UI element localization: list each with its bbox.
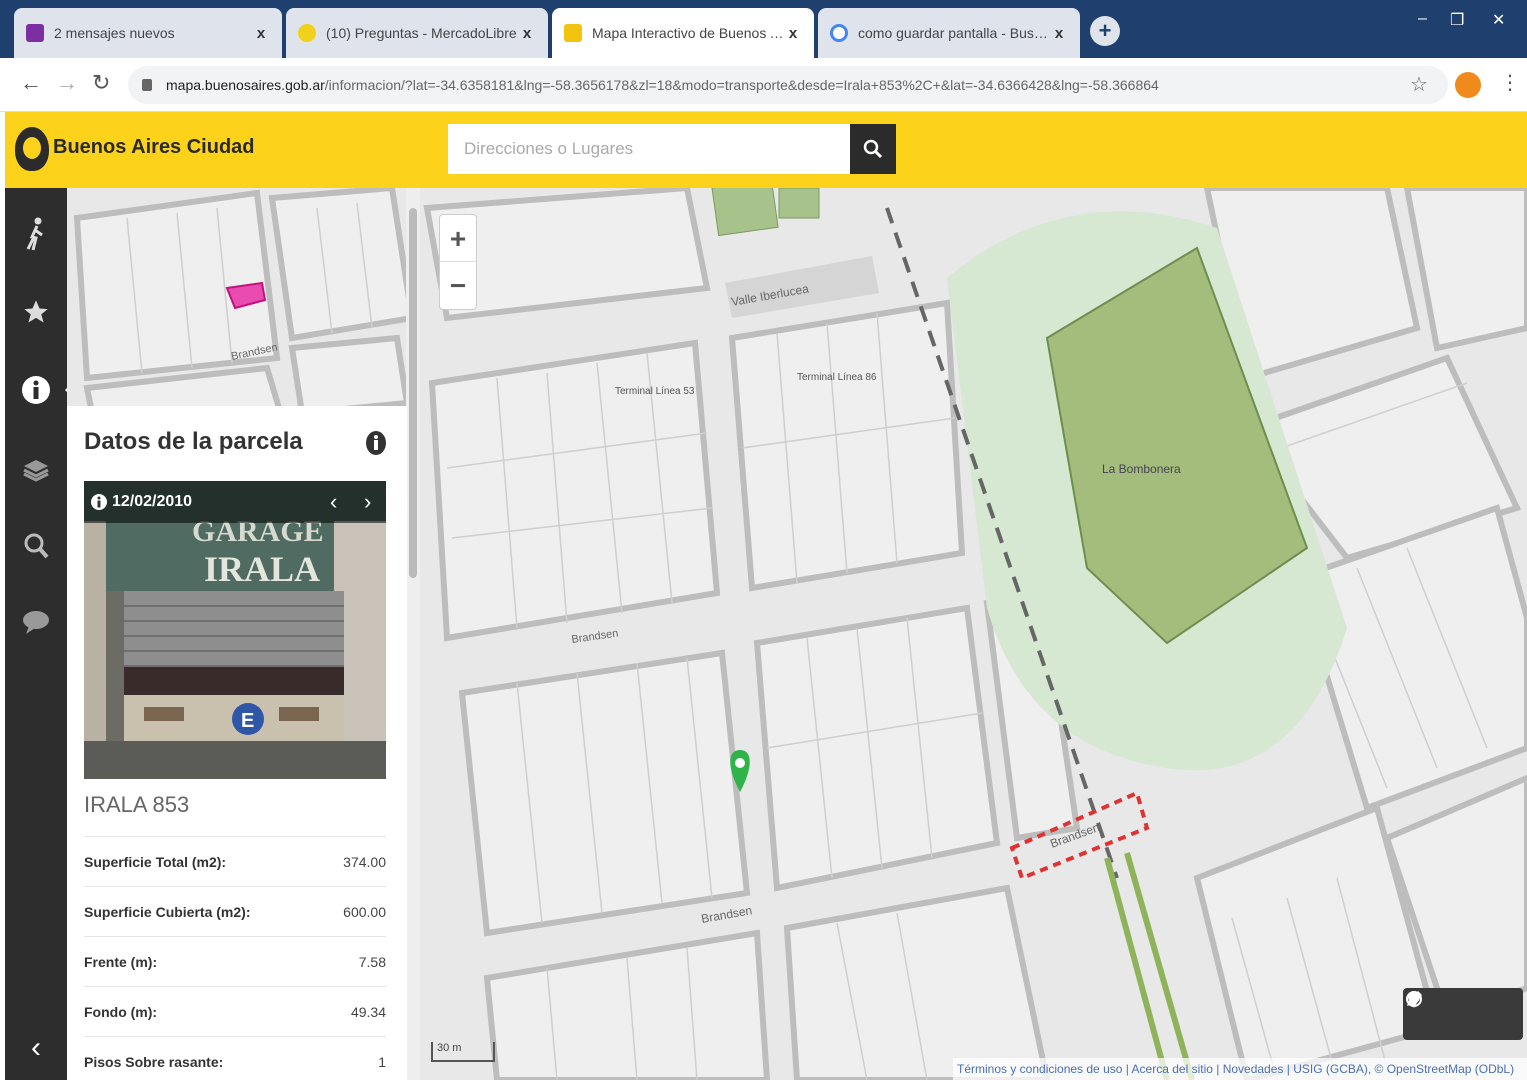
forward-arrow-icon[interactable]: →	[56, 70, 78, 96]
tab-mensajes[interactable]: 2 mensajes nuevos x	[14, 8, 282, 58]
zoom-in-button[interactable]: +	[440, 215, 476, 262]
profile-avatar[interactable]	[1455, 72, 1481, 98]
photo-toolbar: 12/02/2010 ‹ ›	[84, 481, 386, 523]
browser-toolbar: ← → ↻ mapa.buenosaires.gob.ar/informacio…	[0, 58, 1527, 112]
rail-item-feedback[interactable]	[5, 592, 67, 652]
tab-mercadolibre[interactable]: (10) Preguntas - MercadoLibre x	[286, 8, 548, 58]
app-window: 2 mensajes nuevos x (10) Preguntas - Mer…	[0, 0, 1527, 1080]
zoom-control: + −	[439, 214, 477, 310]
site-header: Buenos Aires Ciudad	[5, 112, 1527, 188]
building-photo-image: E GARAGE IRALA	[84, 481, 386, 779]
terminal-label: Terminal Línea 53	[615, 386, 695, 397]
address-bar[interactable]: mapa.buenosaires.gob.ar/informacion/?lat…	[128, 66, 1448, 104]
attribute-value: 600.00	[343, 903, 386, 920]
star-icon	[24, 300, 48, 323]
attribute-value: 49.34	[350, 1003, 386, 1020]
attribute-row: Fondo (m): 49.34	[84, 986, 386, 1036]
locate-tool-icon[interactable]	[1403, 988, 1425, 1010]
minimize-button[interactable]: –	[1418, 10, 1427, 28]
parcel-info-panel: Datos de la parcela E GARAGE IRALA 12/02…	[67, 406, 407, 1080]
stadium-label: La Bombonera	[1102, 462, 1181, 476]
tab-mapa[interactable]: Mapa Interactivo de Buenos Aires x	[552, 8, 814, 58]
mercadolibre-icon	[298, 24, 316, 42]
rail-item-layers[interactable]	[5, 440, 67, 500]
rail-item-transport[interactable]	[5, 204, 67, 264]
zoom-out-button[interactable]: −	[440, 262, 476, 309]
panel-scrollbar[interactable]	[406, 188, 420, 1080]
scrollbar-thumb[interactable]	[409, 208, 417, 578]
street-photo: E GARAGE IRALA 12/02/2010 ‹ ›	[84, 481, 386, 779]
attribute-row: Superficie Total (m2): 374.00	[84, 836, 386, 886]
menu-kebab-icon[interactable]: ⋮	[1500, 70, 1520, 95]
reload-icon[interactable]: ↻	[92, 70, 110, 96]
attribute-row: Frente (m): 7.58	[84, 936, 386, 986]
lock-icon	[142, 79, 152, 91]
ba-logo-icon[interactable]	[15, 127, 49, 171]
back-arrow-icon[interactable]: ←	[20, 70, 42, 96]
layers-icon	[23, 460, 49, 482]
prev-photo-button[interactable]: ‹	[330, 489, 337, 515]
attribute-row: Superficie Cubierta (m2): 600.00	[84, 886, 386, 936]
close-tab-icon[interactable]: x	[1050, 25, 1068, 42]
search-icon	[863, 139, 883, 159]
url-text: mapa.buenosaires.gob.ar/informacion/?lat…	[166, 77, 1159, 93]
parcel-address: IRALA 853	[84, 792, 190, 817]
tab-title: (10) Preguntas - MercadoLibre	[326, 25, 517, 41]
browser-tab-strip: 2 mensajes nuevos x (10) Preguntas - Mer…	[0, 0, 1527, 58]
close-window-button[interactable]: ✕	[1492, 10, 1505, 30]
next-photo-button[interactable]: ›	[364, 489, 371, 515]
tool-rail: ‹	[5, 188, 73, 1080]
tab-title: Mapa Interactivo de Buenos Aires	[592, 25, 784, 41]
close-tab-icon[interactable]: x	[252, 25, 270, 42]
rail-item-search[interactable]	[5, 516, 67, 576]
attribute-value: 374.00	[343, 853, 386, 870]
info-icon[interactable]	[90, 493, 108, 511]
site-brand[interactable]: Buenos Aires Ciudad	[53, 136, 255, 159]
attribute-label: Pisos Sobre rasante:	[84, 1053, 224, 1070]
panel-title: Datos de la parcela	[84, 428, 303, 455]
attribute-label: Frente (m):	[84, 953, 158, 970]
attribute-label: Superficie Cubierta (m2):	[84, 903, 251, 920]
attribute-label: Fondo (m):	[84, 1003, 158, 1020]
tab-google[interactable]: como guardar pantalla - Buscar con Googl…	[818, 8, 1080, 58]
sign-text: IRALA	[204, 549, 320, 589]
photo-date: 12/02/2010	[112, 493, 193, 510]
close-tab-icon[interactable]: x	[518, 25, 536, 42]
maximize-button[interactable]: ❐	[1450, 10, 1464, 30]
new-tab-button[interactable]: +	[1090, 16, 1120, 46]
tab-title: como guardar pantalla - Buscar con Googl…	[858, 25, 1050, 41]
parcel-attributes: Superficie Total (m2): 374.00 Superficie…	[84, 836, 386, 1080]
search-icon	[24, 533, 49, 559]
map-attribution[interactable]: Términos y condiciones de uso | Acerca d…	[953, 1058, 1527, 1080]
search-button[interactable]	[850, 124, 896, 174]
bookmark-star-icon[interactable]: ☆	[1410, 72, 1428, 97]
attribute-row: Pisos Sobre rasante: 1	[84, 1036, 386, 1080]
google-icon	[830, 24, 848, 42]
attribute-label: Superficie Total (m2):	[84, 853, 227, 870]
mail-icon	[26, 24, 44, 42]
map-tools	[1403, 988, 1523, 1040]
tab-title: 2 mensajes nuevos	[54, 25, 175, 41]
close-tab-icon[interactable]: x	[784, 25, 802, 42]
attribute-value: 1	[378, 1053, 386, 1070]
svg-text:E: E	[241, 710, 254, 732]
chat-icon	[23, 611, 49, 634]
info-icon	[22, 376, 50, 404]
search-input[interactable]	[448, 124, 850, 174]
scale-bar: 30 m	[431, 1042, 495, 1062]
rail-item-info[interactable]	[5, 360, 73, 420]
info-icon[interactable]	[365, 430, 387, 456]
map-pin-icon	[564, 24, 582, 42]
terminal-label: Terminal Línea 86	[797, 372, 877, 383]
walk-icon	[26, 217, 43, 251]
attribute-value: 7.58	[358, 953, 386, 970]
collapse-panel-button[interactable]: ‹	[5, 1018, 67, 1078]
rail-item-favorites[interactable]	[5, 282, 67, 342]
